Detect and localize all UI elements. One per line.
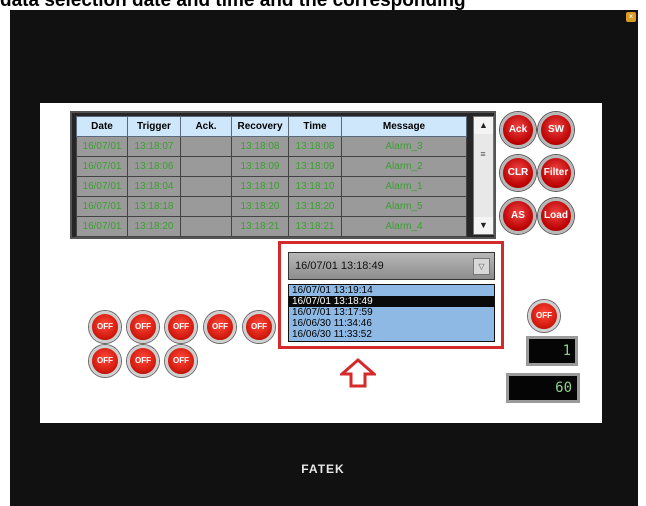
load-button[interactable]: Load bbox=[538, 198, 574, 234]
cell-date: 16/07/01 bbox=[76, 176, 128, 197]
cell-time: 13:18:21 bbox=[288, 216, 342, 237]
table-row[interactable]: 16/07/01 13:18:07 13:18:08 13:18:08 Alar… bbox=[76, 136, 467, 157]
cell-time: 13:18:09 bbox=[288, 156, 342, 177]
scroll-up-icon[interactable]: ▲ bbox=[474, 117, 493, 134]
cell-recovery: 13:18:10 bbox=[231, 176, 289, 197]
datetime-dropdown[interactable]: 16/07/01 13:18:49 ▽ bbox=[288, 252, 495, 280]
ack-button[interactable]: Ack bbox=[500, 112, 536, 148]
off-button[interactable]: OFF bbox=[127, 311, 159, 343]
cell-date: 16/07/01 bbox=[76, 156, 128, 177]
clr-button[interactable]: CLR bbox=[500, 155, 536, 191]
cell-ack bbox=[180, 136, 232, 157]
cell-trigger: 13:18:07 bbox=[127, 136, 181, 157]
table-row[interactable]: 16/07/01 13:18:18 13:18:20 13:18:20 Alar… bbox=[76, 196, 467, 217]
list-item[interactable]: 16/07/01 13:17:59 bbox=[289, 307, 494, 318]
cell-trigger: 13:18:06 bbox=[127, 156, 181, 177]
table-scrollbar[interactable]: ▲ ≡ ▼ bbox=[473, 116, 494, 235]
cell-ack bbox=[180, 196, 232, 217]
alarm-history-panel: Date Trigger Ack. Recovery Time Message … bbox=[70, 111, 496, 239]
off-button[interactable]: OFF bbox=[89, 345, 121, 377]
cell-trigger: 13:18:20 bbox=[127, 216, 181, 237]
cell-recovery: 13:18:09 bbox=[231, 156, 289, 177]
alarm-table: Date Trigger Ack. Recovery Time Message … bbox=[76, 116, 467, 237]
col-trigger: Trigger bbox=[127, 116, 181, 137]
off-button[interactable]: OFF bbox=[528, 300, 560, 332]
off-button[interactable]: OFF bbox=[165, 311, 197, 343]
cell-trigger: 13:18:18 bbox=[127, 196, 181, 217]
cell-recovery: 13:18:20 bbox=[231, 196, 289, 217]
cell-time: 13:18:08 bbox=[288, 136, 342, 157]
off-button[interactable]: OFF bbox=[204, 311, 236, 343]
scroll-down-icon[interactable]: ▼ bbox=[474, 217, 493, 234]
col-recovery: Recovery bbox=[231, 116, 289, 137]
chevron-down-icon[interactable]: ▽ bbox=[473, 258, 490, 275]
cell-time: 13:18:10 bbox=[288, 176, 342, 197]
cell-recovery: 13:18:08 bbox=[231, 136, 289, 157]
alarm-table-header: Date Trigger Ack. Recovery Time Message bbox=[76, 116, 467, 137]
cell-message: Alarm_5 bbox=[341, 196, 467, 217]
cell-message: Alarm_4 bbox=[341, 216, 467, 237]
cell-date: 16/07/01 bbox=[76, 216, 128, 237]
cell-message: Alarm_2 bbox=[341, 156, 467, 177]
cell-ack bbox=[180, 176, 232, 197]
cell-date: 16/07/01 bbox=[76, 136, 128, 157]
off-button[interactable]: OFF bbox=[127, 345, 159, 377]
table-row[interactable]: 16/07/01 13:18:04 13:18:10 13:18:10 Alar… bbox=[76, 176, 467, 197]
sw-button[interactable]: SW bbox=[538, 112, 574, 148]
datetime-selection-panel: 16/07/01 13:18:49 ▽ 16/07/01 13:19:14 16… bbox=[278, 241, 504, 349]
dropdown-selected-value: 16/07/01 13:18:49 bbox=[295, 260, 384, 272]
cell-trigger: 13:18:04 bbox=[127, 176, 181, 197]
numeric-display-large: 60 bbox=[506, 373, 580, 403]
off-button[interactable]: OFF bbox=[243, 311, 275, 343]
col-ack: Ack. bbox=[180, 116, 232, 137]
filter-button[interactable]: Filter bbox=[538, 155, 574, 191]
brand-logo: FATEK bbox=[301, 462, 345, 476]
col-date: Date bbox=[76, 116, 128, 137]
list-item[interactable]: 16/06/30 11:33:52 bbox=[289, 329, 494, 340]
cell-ack bbox=[180, 156, 232, 177]
table-row[interactable]: 16/07/01 13:18:06 13:18:09 13:18:09 Alar… bbox=[76, 156, 467, 177]
cell-time: 13:18:20 bbox=[288, 196, 342, 217]
col-time: Time bbox=[288, 116, 342, 137]
up-arrow-icon bbox=[340, 358, 376, 388]
cell-date: 16/07/01 bbox=[76, 196, 128, 217]
cell-ack bbox=[180, 216, 232, 237]
datetime-options-list[interactable]: 16/07/01 13:19:14 16/07/01 13:18:49 16/0… bbox=[288, 284, 495, 342]
cell-message: Alarm_3 bbox=[341, 136, 467, 157]
list-item[interactable]: 16/06/30 11:34:46 bbox=[289, 318, 494, 329]
off-button[interactable]: OFF bbox=[89, 311, 121, 343]
cell-message: Alarm_1 bbox=[341, 176, 467, 197]
list-item[interactable]: 16/07/01 13:19:14 bbox=[289, 285, 494, 296]
col-message: Message bbox=[341, 116, 467, 137]
scroll-thumb[interactable]: ≡ bbox=[477, 149, 489, 159]
off-button[interactable]: OFF bbox=[165, 345, 197, 377]
numeric-display-small: 1 bbox=[526, 336, 578, 366]
cell-recovery: 13:18:21 bbox=[231, 216, 289, 237]
close-icon[interactable]: × bbox=[626, 12, 636, 22]
list-item-selected[interactable]: 16/07/01 13:18:49 bbox=[289, 296, 494, 307]
as-button[interactable]: AS bbox=[500, 198, 536, 234]
table-row[interactable]: 16/07/01 13:18:20 13:18:21 13:18:21 Alar… bbox=[76, 216, 467, 237]
